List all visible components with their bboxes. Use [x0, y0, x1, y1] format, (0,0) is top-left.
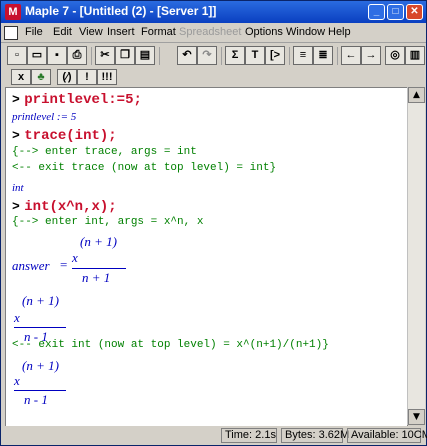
fraction-2-numerator-exponent: (n + 1) [22, 293, 59, 308]
open-icon[interactable]: ▭ [27, 46, 47, 65]
output-line: printlevel := 5 [12, 111, 77, 123]
worksheet[interactable]: > printlevel:=5; printlevel := 5 > trace… [5, 87, 408, 427]
status-bar: Time: 2.1s Bytes: 3.62M Available: 10CM [1, 426, 427, 445]
context-toolbar: x ♣ (⁄) ! !!! [1, 69, 426, 87]
output-line: int [12, 182, 24, 194]
text-icon[interactable]: T [245, 46, 265, 65]
fraction-3-bar [14, 390, 66, 391]
toolbar-separator [337, 47, 338, 65]
save-icon[interactable]: ▪ [47, 46, 67, 65]
execute-icon[interactable]: ! [77, 69, 97, 85]
title-bar[interactable]: M Maple 7 - [Untitled (2) - [Server 1]] … [1, 1, 426, 23]
window-title: Maple 7 - [Untitled (2) - [Server 1]] [25, 4, 217, 18]
toolbar-separator [91, 47, 92, 65]
sum-icon[interactable]: Σ [225, 46, 245, 65]
answer-label: answer [12, 258, 50, 273]
menu-insert[interactable]: Insert [107, 26, 135, 38]
status-time: Time: 2.1s [221, 428, 277, 443]
main-toolbar: ▫ ▭ ▪ ⎙ ✂ ❐ ▤ ↶ ↷ Σ T [> ≡ ≣ ← → ◎ ▥ [1, 43, 426, 70]
new-icon[interactable]: ▫ [7, 46, 27, 65]
forward-arrow-icon[interactable]: → [361, 46, 381, 65]
cut-icon[interactable]: ✂ [95, 46, 115, 65]
toolbar-separator [159, 47, 160, 65]
execute-group-icon[interactable]: ≡ [293, 46, 313, 65]
menu-options[interactable]: Options [245, 26, 283, 38]
maple-leaf-icon[interactable]: ♣ [31, 69, 51, 85]
maximize-button[interactable]: □ [387, 4, 404, 20]
fraction-1-bar [72, 268, 126, 269]
menu-edit[interactable]: Edit [53, 26, 72, 38]
trace-output: {--> enter trace, args = int [12, 146, 197, 158]
minimize-button[interactable]: _ [368, 4, 385, 20]
maple-app-icon[interactable]: M [5, 4, 21, 20]
t-bracket-icon[interactable]: [> [265, 46, 285, 65]
toolbar-separator [289, 47, 290, 65]
vertical-scrollbar[interactable]: ▲ ▼ [407, 87, 425, 425]
close-button[interactable]: ✕ [406, 4, 423, 20]
print-icon[interactable]: ⎙ [67, 46, 87, 65]
menu-help[interactable]: Help [328, 26, 351, 38]
menu-view[interactable]: View [79, 26, 103, 38]
execute-all-region-icon[interactable]: !!! [97, 69, 117, 85]
fraction-3-denominator: n - 1 [24, 392, 48, 407]
input-prompt: > [12, 128, 20, 143]
input-command[interactable]: trace(int); [24, 128, 116, 144]
fraction-3-numerator-base: x [14, 373, 20, 388]
input-prompt: > [12, 92, 20, 107]
trace-output: <-- exit trace (now at top level) = int} [12, 162, 277, 174]
fraction-1-numerator-exponent: (n + 1) [80, 234, 117, 249]
redo-icon: ↷ [197, 46, 217, 65]
scroll-down-icon[interactable]: ▼ [408, 409, 425, 425]
math-mode-icon[interactable]: x [11, 69, 31, 85]
maple-window: M Maple 7 - [Untitled (2) - [Server 1]] … [0, 0, 427, 446]
scroll-up-icon[interactable]: ▲ [408, 87, 425, 103]
back-arrow-icon[interactable]: ← [341, 46, 361, 65]
toolbar-separator [221, 47, 222, 65]
fraction-2-bar [14, 327, 66, 328]
input-command[interactable]: printlevel:=5; [24, 92, 142, 108]
equals-sign: = [60, 257, 68, 272]
undo-icon[interactable]: ↶ [177, 46, 197, 65]
menu-spreadsheet: Spreadsheet [179, 26, 242, 38]
document-icon[interactable] [4, 26, 18, 40]
trace-output: {--> enter int, args = x^n, x [12, 216, 204, 228]
copy-icon[interactable]: ❐ [115, 46, 135, 65]
fraction-1-denominator: n + 1 [82, 270, 111, 285]
input-prompt: > [12, 199, 20, 214]
stop-icon[interactable]: ◎ [385, 46, 405, 65]
menu-format[interactable]: Format [141, 26, 176, 38]
trace-output: <-- exit int (now at top level) = x^(n+1… [12, 339, 329, 351]
fraction-3-numerator-exponent: (n + 1) [22, 358, 59, 373]
fraction-1-numerator-base: x [72, 250, 78, 265]
fraction-2-numerator-base: x [14, 310, 20, 325]
paste-icon[interactable]: ▤ [135, 46, 155, 65]
input-command[interactable]: int(x^n,x); [24, 199, 116, 215]
menu-window[interactable]: Window [286, 26, 325, 38]
menu-bar: File Edit View Insert Format Spreadsheet… [1, 23, 426, 43]
menu-file[interactable]: File [25, 26, 43, 38]
status-available: Available: 10CM [347, 428, 427, 443]
status-bytes: Bytes: 3.62M [281, 428, 349, 443]
execute-all-icon[interactable]: ≣ [313, 46, 333, 65]
restart-icon[interactable]: ▥ [405, 46, 425, 65]
fraction-icon[interactable]: (⁄) [57, 69, 77, 85]
